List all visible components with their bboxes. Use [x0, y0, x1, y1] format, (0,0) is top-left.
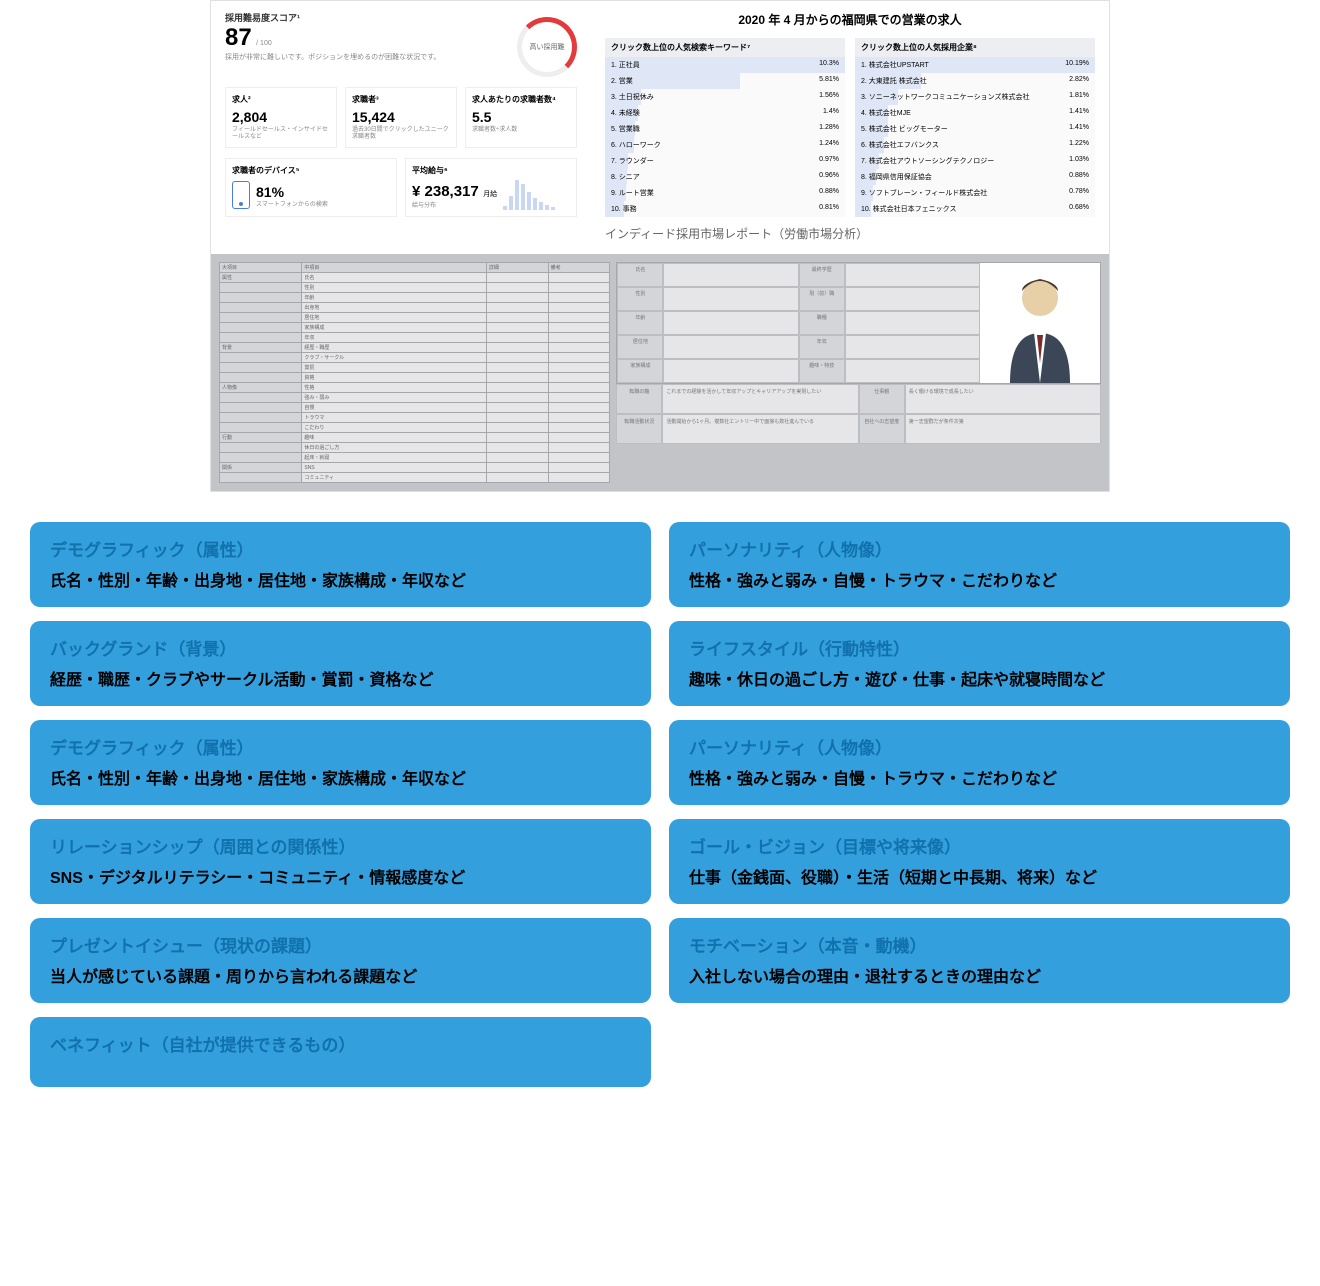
rank-row: 9. ルート営業0.88% — [605, 185, 845, 201]
category-card-title: ゴール・ビジョン（目標や将来像） — [689, 833, 1270, 858]
rank-row: 10. 事務0.81% — [605, 201, 845, 217]
category-card: リレーションシップ（周囲との関係性） SNS・デジタルリテラシー・コミュニティ・情… — [30, 819, 651, 904]
rank-row: 6. 株式会社エフバンクス1.22% — [855, 137, 1095, 153]
device-note: スマートフォンからの検索 — [256, 202, 328, 209]
rank-row: 4. 株式会社MJE1.41% — [855, 105, 1095, 121]
metric-label: 求人あたりの求職者数⁴ — [472, 94, 570, 105]
rank-row: 5. 株式会社 ビッグモーター1.41% — [855, 121, 1095, 137]
rank-row: 4. 未経験1.4% — [605, 105, 845, 121]
category-card-body: 氏名・性別・年齢・出身地・居住地・家族構成・年収など — [50, 567, 631, 591]
rank-row: 9. ソフトブレーン・フィールド株式会社0.78% — [855, 185, 1095, 201]
metric-card: 求職者³ 15,424 過去30日間でクリックしたユニーク求職者数 — [345, 87, 457, 148]
rank-row: 10. 株式会社日本フェニックス0.68% — [855, 201, 1095, 217]
dashboard-right: 2020 年 4 月からの福岡県での営業の求人 クリック数上位の人気検索キーワー… — [591, 1, 1109, 254]
metric-note: 求職者数÷求人数 — [472, 127, 570, 134]
category-card: デモグラフィック（属性） 氏名・性別・年齢・出身地・居住地・家族構成・年収など — [30, 720, 651, 805]
salary-value: ¥ 238,317 — [412, 183, 479, 200]
category-card: モチベーション（本音・動機） 入社しない場合の理由・退社するときの理由など — [669, 918, 1290, 1003]
metric-value: 15,424 — [352, 109, 450, 125]
score-value: 87 — [225, 24, 252, 51]
keywords-ranking: クリック数上位の人気検索キーワード⁷ 1. 正社員10.3%2. 営業5.81%… — [605, 38, 845, 217]
score-note: 採用が非常に難しいです。ポジションを埋めるのが困難な状況です。 — [225, 52, 517, 62]
persona-category-cards: デモグラフィック（属性）氏名・性別・年齢・出身地・居住地・家族構成・年収などパー… — [20, 522, 1300, 1107]
category-card: ベネフィット（自社が提供できるもの） — [30, 1017, 651, 1087]
score-suffix: / 100 — [256, 40, 272, 47]
category-card-body: 経歴・職歴・クラブやサークル活動・賞罰・資格など — [50, 666, 631, 690]
rank-row: 3. ソニーネットワークコミュニケーションズ株式会社1.81% — [855, 89, 1095, 105]
salary-bar-label: 給与分布 — [412, 203, 497, 210]
category-card-title: リレーションシップ（周囲との関係性） — [50, 833, 631, 858]
category-card-title: モチベーション（本音・動機） — [689, 932, 1270, 957]
category-card: パーソナリティ（人物像） 性格・強みと弱み・自慢・トラウマ・こだわりなど — [669, 720, 1290, 805]
companies-ranking: クリック数上位の人気採用企業⁸ 1. 株式会社UPSTART10.19%2. 大… — [855, 38, 1095, 217]
rank-row: 5. 営業職1.28% — [605, 121, 845, 137]
category-card-body: 性格・強みと弱み・自慢・トラウマ・こだわりなど — [689, 567, 1270, 591]
category-card-title: デモグラフィック（属性） — [50, 734, 631, 759]
dashboard-left: 採用難易度スコア¹ 87 / 100 採用が非常に難しいです。ポジションを埋める… — [211, 1, 591, 254]
smartphone-icon — [232, 181, 250, 209]
metric-label: 求人² — [232, 94, 330, 105]
score-label: 採用難易度スコア¹ — [225, 11, 517, 24]
category-card-body: 趣味・休日の過ごし方・遊び・仕事・起床や就寝時間など — [689, 666, 1270, 690]
category-card-body: 仕事（金銭面、役職）・生活（短期と中長期、将来）など — [689, 864, 1270, 888]
difficulty-donut-chart: 高い採用難 — [517, 17, 577, 77]
metric-value: 5.5 — [472, 109, 570, 125]
attribute-spreadsheet: 大項目中項目詳細備考属性氏名性別年齢出身地居住地家族構成年収背景経歴・職歴クラブ… — [219, 262, 610, 483]
worksheet-area: 大項目中項目詳細備考属性氏名性別年齢出身地居住地家族構成年収背景経歴・職歴クラブ… — [211, 254, 1109, 491]
report-screenshot: 採用難易度スコア¹ 87 / 100 採用が非常に難しいです。ポジションを埋める… — [210, 0, 1110, 492]
category-card-title: ベネフィット（自社が提供できるもの） — [50, 1031, 631, 1056]
rank-row: 3. 土日祝休み1.56% — [605, 89, 845, 105]
category-card-title: ライフスタイル（行動特性） — [689, 635, 1270, 660]
salary-distribution-chart — [503, 180, 555, 210]
salary-unit: 月給 — [483, 191, 497, 198]
category-card-body: 入社しない場合の理由・退社するときの理由など — [689, 963, 1270, 987]
category-card-body: SNS・デジタルリテラシー・コミュニティ・情報感度など — [50, 864, 631, 888]
category-card-body: 当人が感じている課題・周りから言われる課題など — [50, 963, 631, 987]
category-card-title: デモグラフィック（属性） — [50, 536, 631, 561]
salary-label: 平均給与⁶ — [412, 165, 570, 176]
rank-row: 7. 株式会社アウトソーシングテクノロジー1.03% — [855, 153, 1095, 169]
device-pct: 81% — [256, 184, 328, 200]
keywords-ranking-title: クリック数上位の人気検索キーワード⁷ — [605, 38, 845, 57]
companies-ranking-title: クリック数上位の人気採用企業⁸ — [855, 38, 1095, 57]
category-card: ゴール・ビジョン（目標や将来像） 仕事（金銭面、役職）・生活（短期と中長期、将来）… — [669, 819, 1290, 904]
device-label: 求職者のデバイス⁵ — [232, 165, 390, 176]
category-card-body: 氏名・性別・年齢・出身地・居住地・家族構成・年収など — [50, 765, 631, 789]
metric-card: 求人あたりの求職者数⁴ 5.5 求職者数÷求人数 — [465, 87, 577, 148]
rank-row: 2. 営業5.81% — [605, 73, 845, 89]
metric-card: 求人² 2,804 フィールドセールス・インサイドセールスなど — [225, 87, 337, 148]
rank-row: 1. 正社員10.3% — [605, 57, 845, 73]
rank-row: 7. ラウンダー0.97% — [605, 153, 845, 169]
rank-row: 1. 株式会社UPSTART10.19% — [855, 57, 1095, 73]
persona-sheet: 氏名最終学歴性別現（前）職年齢職種居住地年収家族構成趣味・特技 転職の軸これまで… — [616, 262, 1101, 483]
category-card: プレゼントイシュー（現状の課題） 当人が感じている課題・周りから言われる課題など — [30, 918, 651, 1003]
metric-note: 過去30日間でクリックしたユニーク求職者数 — [352, 127, 450, 141]
rank-row: 2. 大東建託 株式会社2.82% — [855, 73, 1095, 89]
metric-note: フィールドセールス・インサイドセールスなど — [232, 127, 330, 141]
category-card-title: パーソナリティ（人物像） — [689, 536, 1270, 561]
metric-label: 求職者³ — [352, 94, 450, 105]
metric-value: 2,804 — [232, 109, 330, 125]
category-card: バックグランド（背景） 経歴・職歴・クラブやサークル活動・賞罰・資格など — [30, 621, 651, 706]
report-caption: インディード採用市場レポート（労働市場分析） — [605, 217, 1095, 246]
rank-row: 8. シニア0.96% — [605, 169, 845, 185]
category-card: パーソナリティ（人物像） 性格・強みと弱み・自慢・トラウマ・こだわりなど — [669, 522, 1290, 607]
category-card-title: プレゼントイシュー（現状の課題） — [50, 932, 631, 957]
category-card: ライフスタイル（行動特性） 趣味・休日の過ごし方・遊び・仕事・起床や就寝時間など — [669, 621, 1290, 706]
category-card: デモグラフィック（属性） 氏名・性別・年齢・出身地・居住地・家族構成・年収など — [30, 522, 651, 607]
persona-photo — [980, 263, 1100, 383]
category-card-title: パーソナリティ（人物像） — [689, 734, 1270, 759]
rank-row: 6. ハローワーク1.24% — [605, 137, 845, 153]
category-card-title: バックグランド（背景） — [50, 635, 631, 660]
rank-row: 8. 福岡県信用保証協会0.88% — [855, 169, 1095, 185]
category-card-body: 性格・強みと弱み・自慢・トラウマ・こだわりなど — [689, 765, 1270, 789]
report-title: 2020 年 4 月からの福岡県での営業の求人 — [605, 11, 1095, 28]
avatar-icon — [990, 263, 1090, 383]
